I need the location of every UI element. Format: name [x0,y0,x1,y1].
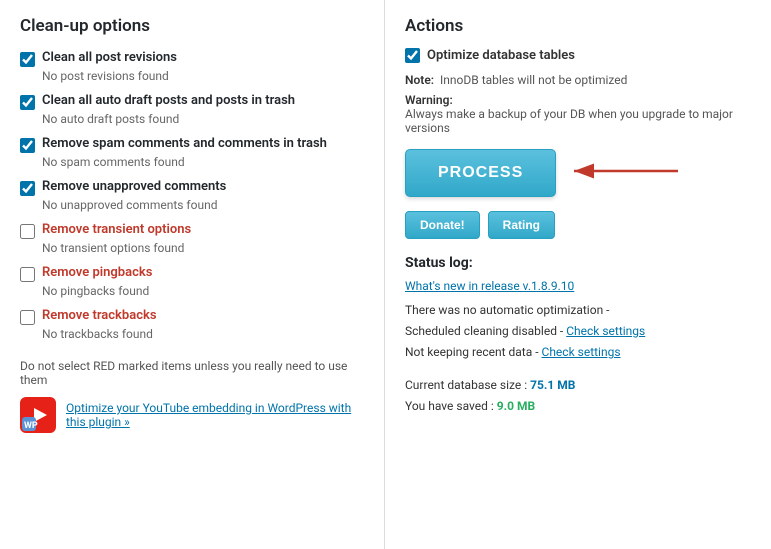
red-items-note: Do not select RED marked items unless yo… [20,359,364,387]
plugin-ad: WP Optimize your YouTube embedding in Wo… [20,397,364,433]
svg-text:WP: WP [24,421,38,431]
option-item-opt3: Remove spam comments and comments in tra… [20,136,364,169]
option-item-opt4: Remove unapproved comments No unapproved … [20,179,364,212]
note-row: Note: InnoDB tables will not be optimize… [405,73,751,87]
option-checkbox-opt6[interactable] [20,267,35,282]
option-checkbox-opt5[interactable] [20,224,35,239]
option-item-opt7: Remove trackbacks No trackbacks found [20,308,364,341]
warning-label: Warning: [405,93,453,107]
option-checkbox-opt4[interactable] [20,181,35,196]
note-label: Note: [405,73,434,87]
actions-title: Actions [405,16,751,36]
option-subtext-opt6: No pingbacks found [20,284,364,298]
db-info: Current database size : 75.1 MB You have… [405,375,751,418]
left-panel-title: Clean-up options [20,16,364,36]
option-checkbox-opt1[interactable] [20,52,35,67]
option-label-opt6: Remove pingbacks [20,265,364,282]
db-size-value: 75.1 MB [530,378,575,392]
option-item-opt2: Clean all auto draft posts and posts in … [20,93,364,126]
option-label-text-opt2: Clean all auto draft posts and posts in … [42,93,295,108]
optimize-db-label: Optimize database tables [427,48,575,63]
process-button[interactable]: PROCESS [405,149,556,197]
option-subtext-opt4: No unapproved comments found [20,198,364,212]
option-subtext-opt3: No spam comments found [20,155,364,169]
youtube-icon: WP [20,397,56,433]
option-label-opt5: Remove transient options [20,222,364,239]
option-label-text-opt1: Clean all post revisions [42,50,177,65]
optimize-db-checkbox[interactable] [405,48,420,63]
left-panel: Clean-up options Clean all post revision… [0,0,385,549]
arrow-svg [570,156,680,186]
right-panel: Actions Optimize database tables Note: I… [385,0,771,549]
db-saved-label: You have saved : [405,399,494,413]
option-subtext-opt2: No auto draft posts found [20,112,364,126]
whats-new-link[interactable]: What's new in release v.1.8.9.10 [405,279,751,293]
rating-button[interactable]: Rating [488,211,555,239]
option-label-text-opt5: Remove transient options [42,222,191,237]
option-item-opt5: Remove transient options No transient opt… [20,222,364,255]
status-log-title: Status log: [405,255,751,271]
check-settings-link-1[interactable]: Check settings [566,324,645,338]
note-text: InnoDB tables will not be optimized [440,73,627,87]
option-label-text-opt4: Remove unapproved comments [42,179,226,194]
action-buttons: Donate! Rating [405,211,751,239]
option-label-opt7: Remove trackbacks [20,308,364,325]
status-text-2: Scheduled cleaning disabled - Check sett… [405,322,751,341]
option-label-text-opt3: Remove spam comments and comments in tra… [42,136,327,151]
option-checkbox-opt2[interactable] [20,95,35,110]
process-area: PROCESS [405,149,751,197]
donate-button[interactable]: Donate! [405,211,480,239]
option-label-opt1: Clean all post revisions [20,50,364,67]
option-item-opt1: Clean all post revisions No post revision… [20,50,364,83]
option-label-text-opt6: Remove pingbacks [42,265,152,280]
option-label-opt4: Remove unapproved comments [20,179,364,196]
option-checkbox-opt3[interactable] [20,138,35,153]
db-saved-row: You have saved : 9.0 MB [405,396,751,418]
warning-text: Always make a backup of your DB when you… [405,107,733,135]
option-subtext-opt1: No post revisions found [20,69,364,83]
optimize-db-row: Optimize database tables [405,48,751,63]
options-list: Clean all post revisions No post revision… [20,50,364,341]
db-size-label: Current database size : [405,378,527,392]
db-size-row: Current database size : 75.1 MB [405,375,751,397]
option-item-opt6: Remove pingbacks No pingbacks found [20,265,364,298]
arrow-indicator [570,156,680,190]
plugin-ad-link[interactable]: Optimize your YouTube embedding in WordP… [66,401,364,429]
option-label-text-opt7: Remove trackbacks [42,308,157,323]
option-subtext-opt5: No transient options found [20,241,364,255]
option-label-opt3: Remove spam comments and comments in tra… [20,136,364,153]
option-subtext-opt7: No trackbacks found [20,327,364,341]
db-saved-value: 9.0 MB [497,399,535,413]
status-text-1: There was no automatic optimization - [405,301,751,320]
warning-row: Warning: Always make a backup of your DB… [405,93,751,135]
option-label-opt2: Clean all auto draft posts and posts in … [20,93,364,110]
check-settings-link-2[interactable]: Check settings [542,345,621,359]
status-text-3: Not keeping recent data - Check settings [405,343,751,362]
option-checkbox-opt7[interactable] [20,310,35,325]
